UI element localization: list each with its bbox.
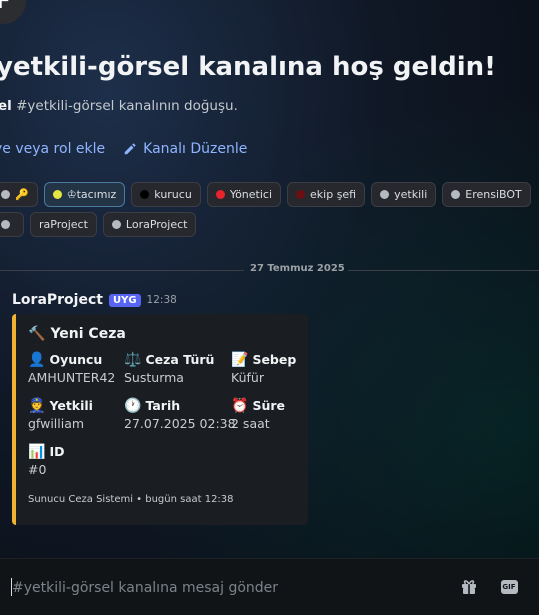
edit-channel-link[interactable]: Kanalı Düzenle <box>123 141 247 157</box>
embed-field-moderator: 👮 Yetkili gfwilliam <box>28 398 93 431</box>
clock-icon: 🕐 <box>124 397 142 414</box>
role-tag-label: LoraProject <box>125 218 188 231</box>
message-composer[interactable]: #yetkili-görsel kanalına mesaj gönder GI… <box>0 558 539 615</box>
add-member-role-label: ye veya rol ekle <box>0 141 106 157</box>
pencil-icon <box>124 143 136 155</box>
role-color-dot <box>140 190 150 199</box>
field-value: Küfür <box>231 370 264 385</box>
field-value: 27.07.2025 02:38 <box>124 416 236 431</box>
role-tag[interactable]: ErensiBOT <box>442 182 531 207</box>
gift-button[interactable] <box>459 577 479 597</box>
role-color-dot <box>380 190 390 199</box>
edit-channel-label: Kanalı Düzenle <box>143 141 248 157</box>
role-tags: 🔑 ♔tacımız kurucu Yönetici ekip şefi yet… <box>0 182 539 237</box>
role-color-dot <box>52 190 62 199</box>
field-name: Oyuncu <box>49 352 103 367</box>
field-name: Yetkili <box>49 398 93 413</box>
date-divider: 27 Temmuz 2025 <box>0 263 539 277</box>
message-header: LoraProject UYG 12:38 <box>12 292 177 308</box>
embed-field-penalty-type: ⚖️ Ceza Türü Susturma <box>124 352 214 385</box>
role-tag-label: 🔑 <box>15 188 29 201</box>
role-tag-label: yetkili <box>394 188 428 201</box>
police-officer-icon: 👮 <box>28 397 46 414</box>
field-value: Susturma <box>124 370 184 385</box>
embed-field-duration: ⏰ Süre 2 saat <box>231 398 285 431</box>
user-icon: 👤 <box>28 351 46 368</box>
field-value: 2 saat <box>231 416 270 431</box>
welcome-title: yetkili-görsel kanalına hoş geldin! <box>0 52 496 82</box>
channel-actions: ye veya rol ekle Kanalı Düzenle <box>0 141 247 157</box>
embed-field-date: 🕐 Tarih 27.07.2025 02:38 <box>124 398 236 431</box>
bar-chart-icon: 📊 <box>28 443 46 460</box>
divider-date: 27 Temmuz 2025 <box>250 263 345 274</box>
role-color-dot <box>1 220 10 229</box>
field-name: Ceza Türü <box>145 352 215 367</box>
role-color-dot <box>111 220 121 229</box>
embed-field-player: 👤 Oyuncu AMHUNTER42 <box>28 352 115 385</box>
channel-avatar: F <box>0 0 26 24</box>
role-tag[interactable] <box>0 212 24 237</box>
role-tag[interactable]: kurucu <box>131 182 201 207</box>
message-embed: 🔨 Yeni Ceza 👤 Oyuncu AMHUNTER42 ⚖️ Ceza Tü… <box>12 314 308 525</box>
role-tag-label: raProject <box>39 218 88 231</box>
channel-subtitle: el #yetkili-görsel kanalının doğuşu. <box>0 98 238 114</box>
role-tag-label: kurucu <box>154 188 192 201</box>
role-tag[interactable]: LoraProject <box>102 212 197 237</box>
subtitle-text: #yetkili-görsel kanalının doğuşu. <box>11 98 238 114</box>
field-value: AMHUNTER42 <box>28 370 116 385</box>
message-input[interactable]: #yetkili-görsel kanalına mesaj gönder <box>12 580 278 596</box>
field-name: Sebep <box>252 352 297 367</box>
field-name: Süre <box>252 398 285 413</box>
message-time: 12:38 <box>146 294 177 306</box>
subtitle-bold: el <box>0 98 12 114</box>
role-color-dot <box>1 190 10 199</box>
hammer-icon: 🔨 <box>28 326 46 342</box>
gif-button[interactable]: GIF <box>499 577 519 597</box>
message-author[interactable]: LoraProject <box>12 292 103 308</box>
role-tag[interactable]: Yönetici <box>206 182 282 207</box>
divider-line-right <box>348 270 539 271</box>
role-color-dot <box>451 190 461 199</box>
role-tag-label: ErensiBOT <box>465 188 522 201</box>
gif-icon: GIF <box>500 580 518 594</box>
app-badge: UYG <box>108 293 141 307</box>
embed-footer: Sunucu Ceza Sistemi • bugün saat 12:38 <box>28 494 234 505</box>
field-value: #0 <box>28 462 47 477</box>
role-tag-label: ♔tacımız <box>66 188 117 201</box>
role-tag[interactable]: yetkili <box>371 182 437 207</box>
embed-field-id: 📊 ID #0 <box>28 444 64 477</box>
add-member-role-link[interactable]: ye veya rol ekle <box>0 141 105 157</box>
role-tag[interactable]: 🔑 <box>0 182 38 207</box>
gift-icon <box>462 580 476 594</box>
field-value: gfwilliam <box>28 416 85 431</box>
embed-title: 🔨 Yeni Ceza <box>28 326 296 342</box>
field-name: Tarih <box>145 398 181 413</box>
memo-icon: 📝 <box>231 351 249 368</box>
role-tag[interactable]: ekip şefi <box>287 182 366 207</box>
role-tag[interactable]: ♔tacımız <box>43 182 126 207</box>
embed-field-reason: 📝 Sebep Küfür <box>231 352 296 385</box>
field-name: ID <box>49 444 65 459</box>
role-color-dot <box>215 190 225 199</box>
divider-line-left <box>0 270 244 271</box>
role-tag-label: Yönetici <box>229 188 273 201</box>
role-tag[interactable]: raProject <box>30 212 97 237</box>
embed-title-text: Yeni Ceza <box>50 326 126 342</box>
role-tag-label: ekip şefi <box>310 188 357 201</box>
alarm-clock-icon: ⏰ <box>231 397 249 414</box>
scales-icon: ⚖️ <box>124 351 142 368</box>
avatar-letter: F <box>0 0 11 14</box>
role-color-dot <box>296 190 306 199</box>
